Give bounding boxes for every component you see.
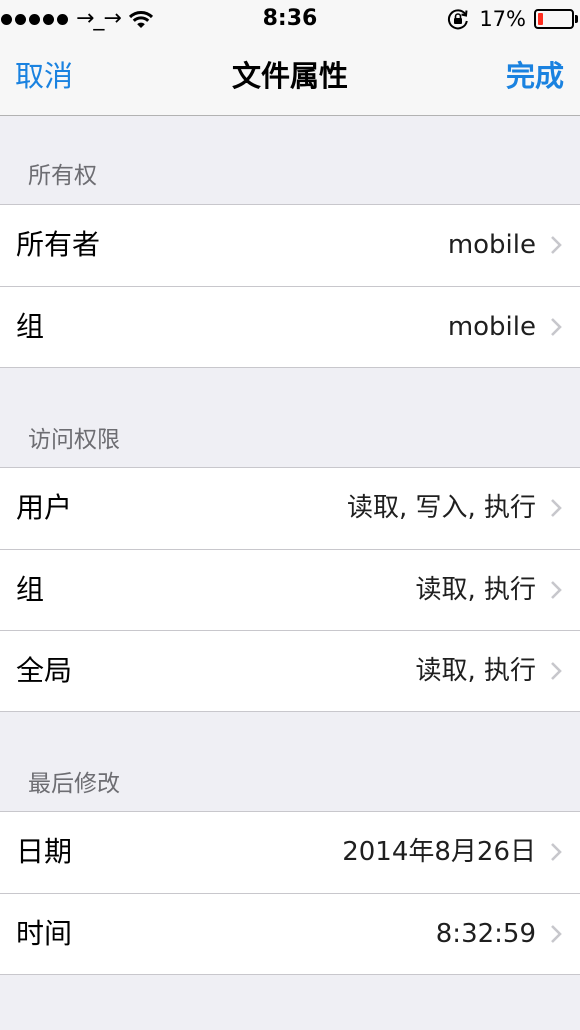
done-button[interactable]: 完成 [506,56,564,96]
row-label: 组 [16,573,45,606]
global-permission-row[interactable]: 全局 读取, 执行 [0,630,580,711]
chevron-right-icon [551,236,562,254]
modified-group: 日期 2014年8月26日 时间 8:32:59 [0,811,580,975]
group-row[interactable]: 组 mobile [0,286,580,367]
row-label: 全局 [16,654,73,687]
user-permission-row[interactable]: 用户 读取, 写入, 执行 [0,468,580,549]
chevron-right-icon [551,499,562,517]
chevron-right-icon [551,843,562,861]
status-right: 17% [447,6,578,32]
chevron-right-icon [551,662,562,680]
status-bar: →_→ 8:36 17% [0,0,580,40]
row-label: 日期 [16,835,73,868]
page-title: 文件属性 [231,59,348,93]
row-label: 用户 [16,491,73,524]
permissions-group: 用户 读取, 写入, 执行 组 读取, 执行 全局 读取, 执行 [0,467,580,712]
battery-icon [534,9,578,29]
chevron-right-icon [551,925,562,943]
row-value: 8:32:59 [435,919,536,949]
date-row[interactable]: 日期 2014年8月26日 [0,812,580,893]
chevron-right-icon [551,581,562,599]
ownership-group: 所有者 mobile 组 mobile [0,204,580,368]
battery-level-fill [538,13,543,25]
row-value: mobile [447,230,536,260]
section-header-modified: 最后修改 [28,771,120,797]
row-value: mobile [447,312,536,342]
row-value: 读取, 执行 [415,575,536,605]
row-value: 读取, 执行 [415,656,536,686]
chevron-right-icon [551,318,562,336]
row-value: 读取, 写入, 执行 [346,493,536,523]
row-label: 组 [16,310,45,343]
section-header-ownership: 所有权 [28,163,97,189]
rotation-lock-icon [448,9,469,30]
time-row[interactable]: 时间 8:32:59 [0,893,580,974]
row-label: 时间 [16,917,73,950]
row-label: 所有者 [16,228,101,261]
row-value: 2014年8月26日 [342,837,536,867]
battery-percent: 17% [479,7,526,31]
owner-row[interactable]: 所有者 mobile [0,205,580,286]
navigation-bar: 取消 文件属性 完成 [0,40,580,116]
section-header-permissions: 访问权限 [28,427,120,453]
group-permission-row[interactable]: 组 读取, 执行 [0,549,580,630]
